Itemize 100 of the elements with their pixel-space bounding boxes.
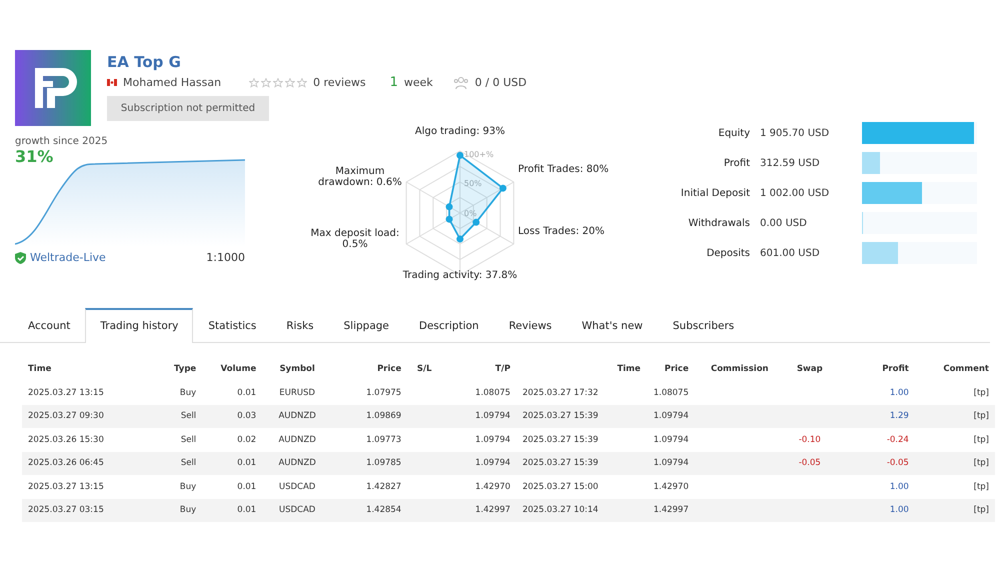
ring-label: 100+%: [464, 150, 494, 159]
column-header: Type: [172, 363, 198, 376]
table-cell: Buy: [180, 482, 196, 492]
tab[interactable]: Subscribers: [658, 308, 750, 343]
tab[interactable]: Slippage: [328, 308, 404, 343]
balance-label: Withdrawals: [687, 218, 750, 228]
ea-title[interactable]: EA Top G: [107, 53, 527, 71]
age-number: 1: [390, 75, 398, 90]
column-header: Profit: [881, 363, 910, 376]
table-cell: EURUSD: [279, 388, 316, 398]
radar-label: Loss Trades: 20%: [518, 226, 606, 237]
table-cell: 2025.03.27 13:15: [28, 388, 104, 398]
balance-value: 0.00 USD: [760, 218, 808, 228]
leverage-value: 1:1000: [206, 251, 245, 264]
table-cell: 1.09794: [475, 434, 510, 445]
column-header: Symbol: [278, 363, 316, 376]
table-cell: 2025.03.27 09:30: [28, 411, 104, 422]
table-cell: [tp]: [974, 505, 989, 516]
radar-point: [456, 236, 464, 243]
table-cell: 0.01: [237, 482, 256, 492]
table-cell: 0.01: [237, 388, 256, 398]
table-cell: 1.09869: [366, 411, 402, 422]
tab[interactable]: Statistics: [193, 308, 272, 343]
table-cell: 1.00: [890, 482, 909, 492]
table-cell: 1.00: [890, 505, 909, 516]
column-header: Time: [616, 363, 642, 376]
column-header: Swap: [796, 363, 824, 376]
reviews-count[interactable]: 0 reviews: [313, 76, 366, 89]
table-cell: 1.09794: [475, 411, 510, 422]
table-cell: 1.42997: [475, 505, 510, 516]
table-cell: USDCAD: [279, 482, 316, 492]
column-header: Volume: [220, 363, 258, 376]
tab[interactable]: Description: [404, 308, 494, 343]
table-cell: 1.08075: [653, 388, 689, 398]
table-cell: AUDNZD: [278, 411, 316, 422]
table-cell: 1.09794: [653, 411, 689, 422]
table-cell: 1.09794: [653, 434, 689, 445]
table-cell: [tp]: [974, 388, 989, 398]
table-cell: 1.09794: [475, 458, 510, 468]
author-name[interactable]: Mohamed Hassan: [123, 76, 222, 89]
radar-label: Trading activity: 37.8%: [402, 270, 518, 281]
table-cell: 1.29: [890, 411, 909, 422]
tab[interactable]: Trading history: [85, 308, 194, 343]
table-cell: 1.08075: [475, 388, 510, 398]
table-cell: -0.10: [798, 434, 821, 445]
table-cell: 2025.03.27 17:32: [522, 388, 598, 398]
column-header: Time: [27, 363, 52, 376]
balance-value: 1 905.70 USD: [760, 128, 830, 138]
people-icon: [452, 76, 469, 90]
table-cell: 1.09794: [653, 458, 689, 468]
column-header: Commission: [710, 363, 770, 376]
radar-point: [499, 184, 506, 192]
table-cell: 2025.03.27 10:14: [522, 505, 598, 516]
table-cell: AUDNZD: [278, 434, 316, 445]
ring-label: 50%: [464, 179, 482, 188]
flag-icon: [107, 79, 117, 86]
column-header: Price: [663, 363, 690, 376]
table-cell: [tp]: [974, 434, 989, 445]
table-cell: 1.42854: [366, 505, 402, 516]
table-cell: AUDNZD: [278, 458, 316, 468]
table-cell: 2025.03.26 06:45: [28, 458, 104, 468]
tab[interactable]: Risks: [271, 308, 329, 343]
balance-label: Profit: [722, 158, 750, 168]
table-cell: 1.09773: [366, 434, 402, 445]
table-cell: 0.02: [237, 434, 256, 445]
balance-label: Initial Deposit: [680, 188, 750, 198]
table-cell: 1.42997: [653, 505, 689, 516]
radar-label: Algo trading: 93%: [414, 126, 506, 137]
table-cell: Buy: [180, 388, 196, 398]
radar-label: Max deposit load: 0.5%: [310, 228, 400, 250]
balance-value: 312.59 USD: [760, 158, 821, 168]
tab[interactable]: Reviews: [494, 308, 567, 343]
table-cell: 1.07975: [366, 388, 402, 398]
shield-check-icon: [15, 252, 26, 264]
column-header: S/L: [416, 363, 433, 376]
radar-label: Profit Trades: 80%: [518, 164, 610, 175]
table-cell: 1.42970: [475, 482, 510, 492]
table-cell: 2025.03.26 15:30: [28, 434, 104, 445]
growth-value: 31%: [15, 147, 54, 166]
column-header: Price: [376, 363, 402, 376]
table-cell: -0.05: [798, 458, 821, 468]
table-cell: Buy: [180, 505, 196, 516]
table-cell: 2025.03.27 15:39: [522, 458, 598, 468]
tab[interactable]: What's new: [566, 308, 658, 343]
table-cell: 2025.03.27 15:00: [522, 482, 598, 492]
table-cell: 2025.03.27 13:15: [28, 482, 104, 492]
table-cell: 2025.03.27 15:39: [522, 434, 598, 445]
table-cell: 0.03: [237, 411, 256, 422]
broker-link[interactable]: Weltrade-Live: [30, 251, 106, 264]
balance-label: Equity: [717, 128, 750, 138]
table-cell: 1.42827: [366, 482, 402, 492]
table-cell: [tp]: [974, 458, 989, 468]
balance-value: 601.00 USD: [760, 248, 821, 258]
table-cell: 1.09785: [366, 458, 402, 468]
balance-label: Deposits: [706, 248, 750, 258]
logo-icon: [15, 50, 91, 126]
ring-label: 0%: [464, 209, 477, 218]
column-header: Comment: [942, 363, 990, 376]
tab[interactable]: Account: [13, 308, 86, 343]
table-cell: USDCAD: [279, 505, 316, 516]
